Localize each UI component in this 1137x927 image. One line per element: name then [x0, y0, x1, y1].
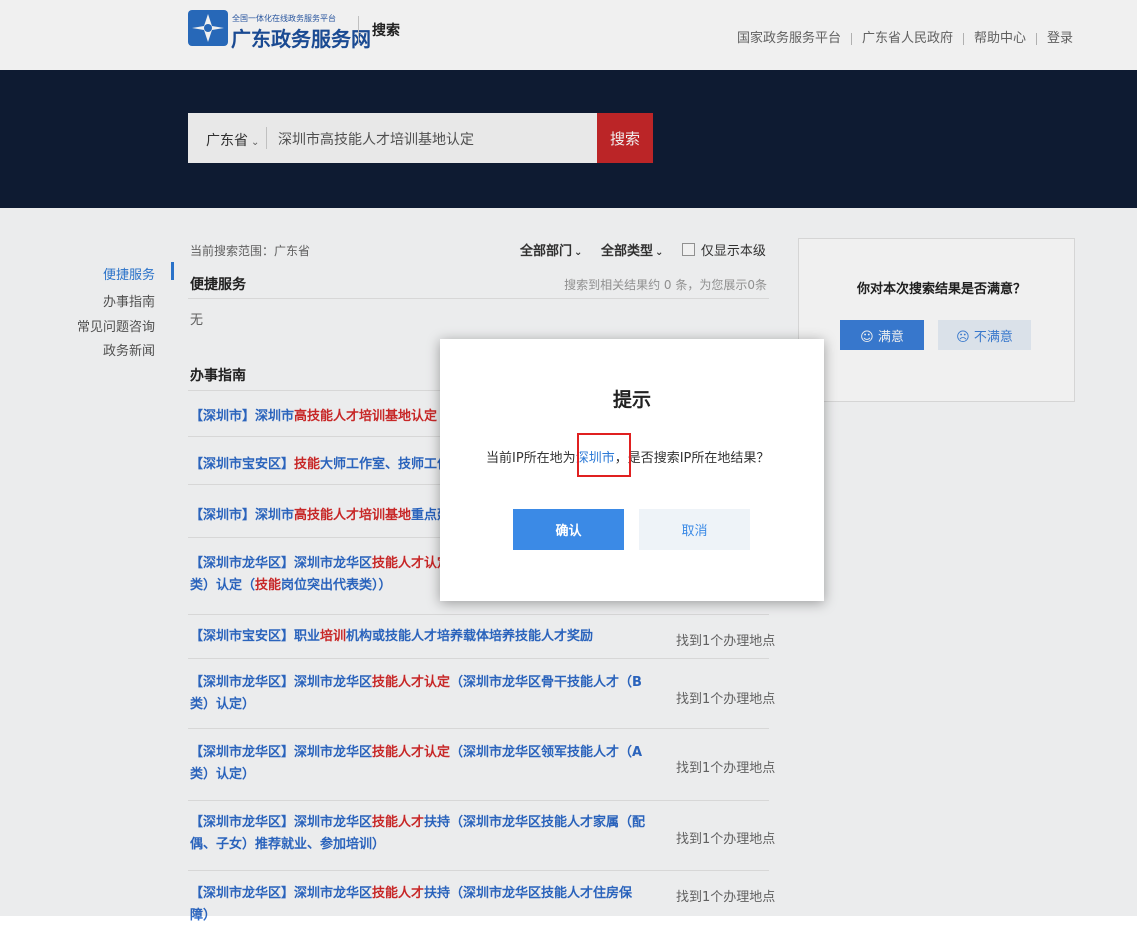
dialog-message-after: ，是否搜索IP所在地结果？ — [614, 451, 770, 466]
dialog-message-before: 当前IP所在地为 — [486, 451, 576, 466]
city-highlight-box — [577, 433, 631, 477]
confirm-button[interactable]: 确认 — [513, 509, 624, 550]
cancel-button[interactable]: 取消 — [639, 509, 750, 550]
location-prompt-dialog: 提示 当前IP所在地为深圳市，是否搜索IP所在地结果？ 确认 取消 — [440, 339, 824, 601]
dialog-title: 提示 — [612, 389, 651, 411]
